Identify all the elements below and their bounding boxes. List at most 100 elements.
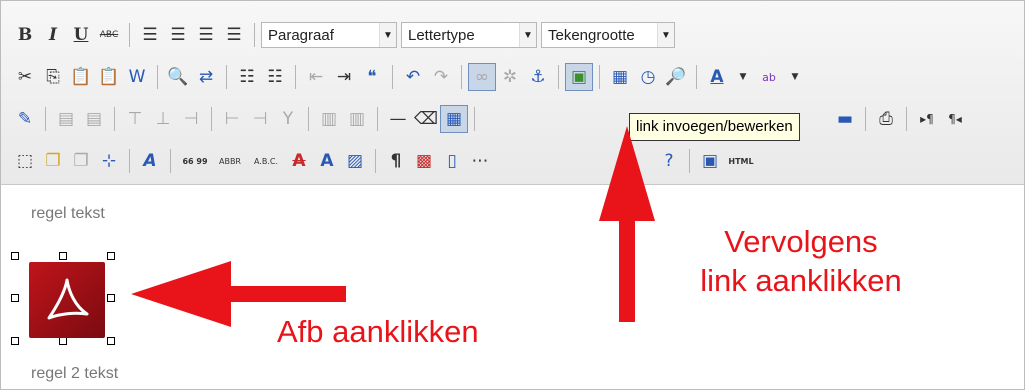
abbr-button[interactable]: ABBR — [213, 147, 247, 175]
delete-text-icon[interactable]: A — [285, 147, 313, 175]
table-icon[interactable]: ▦ — [440, 105, 468, 133]
html-source-button[interactable]: HTML — [724, 147, 758, 175]
replace-icon[interactable]: ⇄ — [192, 63, 220, 91]
resize-handle[interactable] — [59, 337, 67, 345]
absolute-icon[interactable]: ⊹ — [95, 147, 123, 175]
separator — [865, 107, 866, 131]
paste-icon[interactable]: 📋 — [67, 63, 95, 91]
numbered-list-icon[interactable]: ☷ — [261, 63, 289, 91]
font-select[interactable]: Lettertype ▼ — [401, 22, 537, 48]
find-icon[interactable]: 🔍 — [164, 63, 192, 91]
toolbar-row-3: ✎ ▤ ▤ ⊤ ⊥ ⊣ ⊢ ⊣ Y ▥ ▥ — ⌫ ▦ — [11, 99, 481, 139]
attributes-icon[interactable]: ▨ — [341, 147, 369, 175]
copy-icon[interactable]: ⎘ — [39, 63, 67, 91]
separator — [474, 107, 475, 131]
chevron-down-icon[interactable]: ▼ — [731, 63, 755, 91]
image-icon[interactable]: ▣ — [565, 63, 593, 91]
move-forward-icon[interactable]: ❐ — [39, 147, 67, 175]
chevron-down-icon[interactable]: ▼ — [657, 23, 674, 47]
resize-handle[interactable] — [107, 252, 115, 260]
unlink-icon[interactable]: ✲ — [496, 63, 524, 91]
paste-word-icon[interactable]: W — [123, 63, 151, 91]
underline-button[interactable]: U — [67, 21, 95, 49]
template-icon[interactable]: ▯ — [438, 147, 466, 175]
separator — [906, 107, 907, 131]
delete-col-icon[interactable]: Y — [274, 105, 302, 133]
preview-icon[interactable]: 🔎 — [662, 63, 690, 91]
separator — [295, 65, 296, 89]
insert-col-before-icon[interactable]: ⊢ — [218, 105, 246, 133]
separator — [170, 149, 171, 173]
resize-handle[interactable] — [11, 294, 19, 302]
insert-row-after-icon[interactable]: ⊥ — [149, 105, 177, 133]
redo-icon[interactable]: ↷ — [427, 63, 455, 91]
link-icon[interactable]: ∞ — [468, 63, 496, 91]
resize-handle[interactable] — [11, 252, 19, 260]
insert-time-icon[interactable]: ◷ — [634, 63, 662, 91]
align-center-icon[interactable]: ☰ — [164, 21, 192, 49]
blockquote-icon[interactable]: ❝ — [358, 63, 386, 91]
table-cell-props-icon[interactable]: ▤ — [80, 105, 108, 133]
chevron-down-icon[interactable]: ▼ — [783, 63, 807, 91]
cite-button[interactable]: 66 99 — [177, 147, 213, 175]
eraser-icon[interactable]: ⌫ — [412, 105, 440, 133]
insert-text-icon[interactable]: A — [313, 147, 341, 175]
styles-icon[interactable]: A — [136, 147, 164, 175]
separator — [254, 23, 255, 47]
toolbar-row-1: B I U ABC ☰ ☰ ☰ ☰ Paragraaf ▼ Lettertype… — [11, 15, 679, 55]
background-color-icon[interactable]: ab — [755, 63, 783, 91]
move-backward-icon[interactable]: ❐ — [67, 147, 95, 175]
pdf-image[interactable] — [29, 262, 105, 338]
layer-icon[interactable]: ⬚ — [11, 147, 39, 175]
align-left-icon[interactable]: ☰ — [136, 21, 164, 49]
italic-button[interactable]: I — [39, 21, 67, 49]
bullet-list-icon[interactable]: ☷ — [233, 63, 261, 91]
chevron-down-icon[interactable]: ▼ — [519, 23, 536, 47]
separator — [599, 65, 600, 89]
resize-handle[interactable] — [11, 337, 19, 345]
paste-text-icon[interactable]: 📋 — [95, 63, 123, 91]
format-select[interactable]: Paragraaf ▼ — [261, 22, 397, 48]
separator — [377, 107, 378, 131]
content-line-2: regel 2 tekst — [31, 365, 119, 382]
ltr-icon[interactable]: ▸¶ — [913, 105, 941, 133]
resize-handle[interactable] — [59, 252, 67, 260]
split-cells-icon[interactable]: ▥ — [315, 105, 343, 133]
undo-icon[interactable]: ↶ — [399, 63, 427, 91]
print-icon[interactable]: ⎙ — [872, 105, 900, 133]
help-icon[interactable]: ? — [655, 147, 683, 175]
insert-date-icon[interactable]: ▦ — [606, 63, 634, 91]
visual-aid-icon[interactable]: ▩ — [410, 147, 438, 175]
outdent-icon[interactable]: ⇤ — [302, 63, 330, 91]
horizontal-rule-icon[interactable]: — — [384, 105, 412, 133]
merge-cells-icon[interactable]: ▥ — [343, 105, 371, 133]
edit-css-icon[interactable]: ✎ — [11, 105, 39, 133]
acronym-button[interactable]: A.B.C. — [247, 147, 285, 175]
size-select[interactable]: Tekengrootte ▼ — [541, 22, 675, 48]
fullscreen-icon[interactable]: ▣ — [696, 147, 724, 175]
resize-handle[interactable] — [107, 294, 115, 302]
chevron-down-icon[interactable]: ▼ — [379, 23, 396, 47]
resize-handle[interactable] — [107, 337, 115, 345]
rtl-icon[interactable]: ¶◂ — [941, 105, 969, 133]
separator — [696, 65, 697, 89]
editor-toolbar: B I U ABC ☰ ☰ ☰ ☰ Paragraaf ▼ Lettertype… — [1, 1, 1024, 185]
arrow-left-icon — [131, 261, 346, 327]
pagebreak-icon[interactable]: ⋯ — [466, 147, 494, 175]
delete-row-icon[interactable]: ⊣ — [177, 105, 205, 133]
anchor-icon[interactable]: ⚓ — [524, 63, 552, 91]
cut-icon[interactable]: ✂ — [11, 63, 39, 91]
separator — [392, 65, 393, 89]
media-icon[interactable]: ▬ — [831, 105, 859, 133]
insert-row-before-icon[interactable]: ⊤ — [121, 105, 149, 133]
table-row-props-icon[interactable]: ▤ — [52, 105, 80, 133]
separator — [129, 23, 130, 47]
strikethrough-button[interactable]: ABC — [95, 21, 123, 49]
text-color-icon[interactable]: A — [703, 63, 731, 91]
align-right-icon[interactable]: ☰ — [192, 21, 220, 49]
bold-button[interactable]: B — [11, 21, 39, 49]
show-invisibles-icon[interactable]: ¶ — [382, 147, 410, 175]
align-justify-icon[interactable]: ☰ — [220, 21, 248, 49]
insert-col-after-icon[interactable]: ⊣ — [246, 105, 274, 133]
indent-icon[interactable]: ⇥ — [330, 63, 358, 91]
